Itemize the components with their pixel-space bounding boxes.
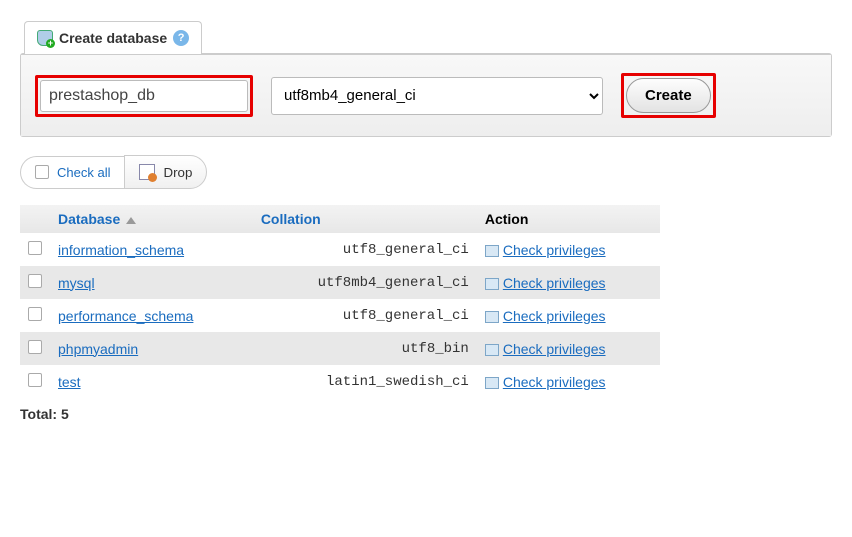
create-button[interactable]: Create bbox=[626, 78, 711, 113]
collation-select[interactable]: utf8mb4_general_ci bbox=[271, 77, 603, 115]
collation-cell: utf8mb4_general_ci bbox=[253, 266, 477, 299]
check-privileges-link[interactable]: Check privileges bbox=[503, 341, 606, 357]
table-row: test latin1_swedish_ci Check privileges bbox=[20, 365, 660, 398]
check-all-checkbox[interactable] bbox=[35, 165, 49, 179]
check-privileges-link[interactable]: Check privileges bbox=[503, 275, 606, 291]
database-link[interactable]: phpmyadmin bbox=[58, 341, 138, 357]
collation-cell: utf8_general_ci bbox=[253, 233, 477, 266]
table-row: mysql utf8mb4_general_ci Check privileges bbox=[20, 266, 660, 299]
row-checkbox[interactable] bbox=[28, 373, 42, 387]
check-privileges-link[interactable]: Check privileges bbox=[503, 308, 606, 324]
total-count: 5 bbox=[61, 406, 69, 422]
row-checkbox[interactable] bbox=[28, 274, 42, 288]
bulk-toolbar: Check all Drop bbox=[20, 155, 832, 189]
privileges-icon bbox=[485, 377, 499, 389]
col-action: Action bbox=[477, 205, 660, 233]
row-checkbox[interactable] bbox=[28, 340, 42, 354]
table-row: phpmyadmin utf8_bin Check privileges bbox=[20, 332, 660, 365]
collation-cell: latin1_swedish_ci bbox=[253, 365, 477, 398]
col-check bbox=[20, 205, 50, 233]
highlight-create-button: Create bbox=[621, 73, 716, 118]
collation-cell: utf8_bin bbox=[253, 332, 477, 365]
table-row: information_schema utf8_general_ci Check p… bbox=[20, 233, 660, 266]
create-database-section: Create database ? utf8mb4_general_ci Cre… bbox=[20, 20, 832, 137]
help-icon[interactable]: ? bbox=[173, 30, 189, 46]
check-all-button[interactable]: Check all bbox=[20, 156, 124, 189]
col-collation[interactable]: Collation bbox=[253, 205, 477, 233]
drop-icon bbox=[139, 164, 155, 180]
collation-cell: utf8_general_ci bbox=[253, 299, 477, 332]
privileges-icon bbox=[485, 278, 499, 290]
create-database-tab: Create database ? bbox=[24, 21, 202, 54]
database-table: Database Collation Action information_sc… bbox=[20, 205, 660, 398]
drop-button[interactable]: Drop bbox=[124, 155, 207, 189]
table-row: performance_schema utf8_general_ci Check p… bbox=[20, 299, 660, 332]
database-link[interactable]: test bbox=[58, 374, 81, 390]
privileges-icon bbox=[485, 311, 499, 323]
create-database-panel: utf8mb4_general_ci Create bbox=[20, 53, 832, 137]
check-all-label: Check all bbox=[57, 165, 110, 180]
create-database-label: Create database bbox=[59, 30, 167, 46]
total-row: Total: 5 bbox=[20, 406, 832, 422]
privileges-icon bbox=[485, 344, 499, 356]
check-privileges-link[interactable]: Check privileges bbox=[503, 242, 606, 258]
drop-label: Drop bbox=[163, 165, 192, 180]
row-checkbox[interactable] bbox=[28, 307, 42, 321]
sort-asc-icon bbox=[126, 217, 136, 224]
database-add-icon bbox=[37, 30, 53, 46]
database-link[interactable]: performance_schema bbox=[58, 308, 193, 324]
highlight-db-name bbox=[35, 75, 253, 117]
database-name-input[interactable] bbox=[40, 80, 248, 112]
database-link[interactable]: information_schema bbox=[58, 242, 184, 258]
privileges-icon bbox=[485, 245, 499, 257]
total-label: Total: bbox=[20, 406, 61, 422]
row-checkbox[interactable] bbox=[28, 241, 42, 255]
database-link[interactable]: mysql bbox=[58, 275, 95, 291]
col-database[interactable]: Database bbox=[50, 205, 253, 233]
check-privileges-link[interactable]: Check privileges bbox=[503, 374, 606, 390]
